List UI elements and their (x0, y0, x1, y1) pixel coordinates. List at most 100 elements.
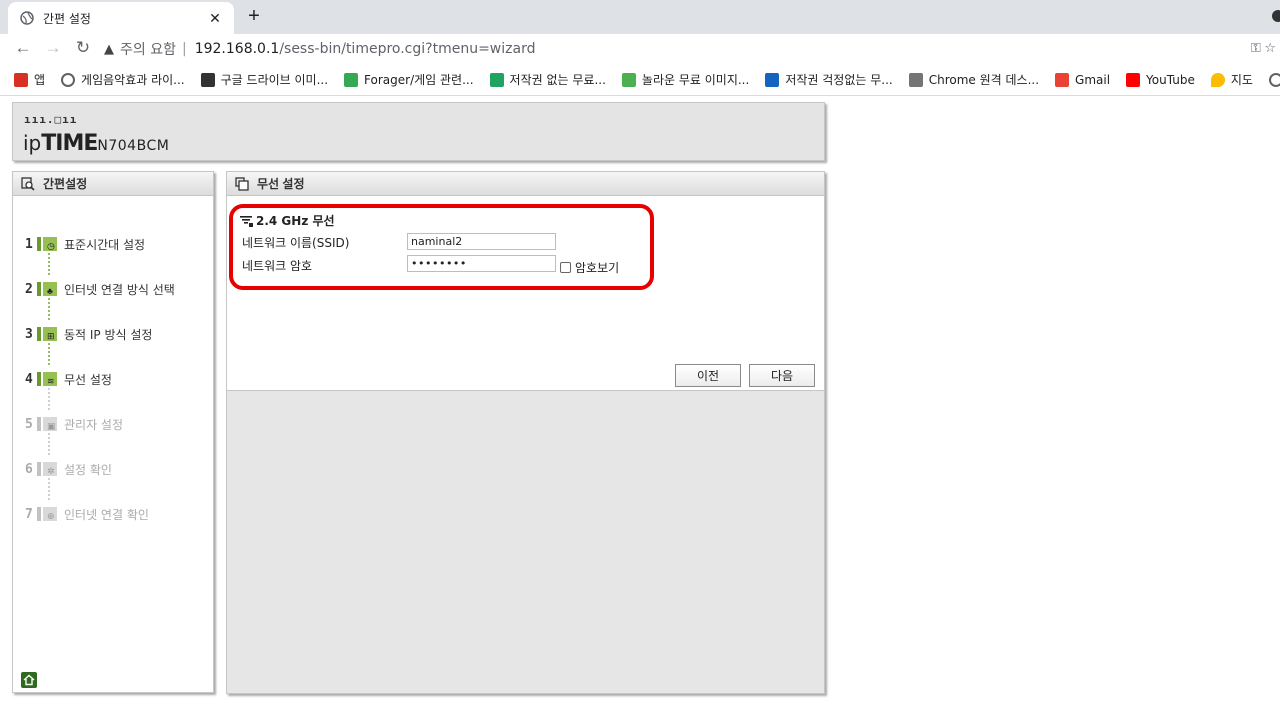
logo-dots: ııı.□ıı (24, 113, 78, 126)
red-highlight-outline (229, 204, 654, 290)
bookmark-label: 저작권 걱정없는 무... (785, 73, 893, 87)
url-host[interactable]: 192.168.0.1 (195, 41, 280, 57)
step-label: 인터넷 연결 확인 (64, 507, 149, 522)
step-connector (48, 388, 50, 412)
bookmark-item[interactable]: 앱 (14, 71, 45, 88)
reload-icon[interactable]: ↻ (73, 38, 93, 58)
sidebar-title: 간편설정 (43, 177, 88, 191)
wizard-step-3[interactable]: 3 ⊞ 동적 IP 방식 설정 (25, 325, 152, 343)
step-number: 6 (25, 461, 33, 477)
prev-button[interactable]: 이전 (675, 364, 741, 387)
bookmark-item[interactable]: Forager/게임 관련... (344, 71, 474, 88)
logo-time: TIME (41, 131, 98, 156)
tab-title: 간편 설정 (43, 11, 91, 26)
bookmark-item[interactable]: 저작권 없는 무료... (489, 71, 606, 88)
chat-icon (489, 72, 504, 87)
m-icon (765, 72, 780, 87)
url-path[interactable]: /sess-bin/timepro.cgi?tmenu=wizard (279, 41, 535, 57)
globe-icon (1268, 72, 1280, 87)
bookmark-label: 앱 (34, 73, 46, 87)
wizard-step-2[interactable]: 2 ♣ 인터넷 연결 방식 선택 (25, 280, 175, 298)
bookmark-item[interactable]: 지도 (1210, 71, 1253, 88)
profile-icon[interactable] (1272, 10, 1280, 22)
bookmark-label: 게임음악효과 라이... (81, 73, 185, 87)
bookmark-item[interactable]: 놀라운 무료 이미지... (621, 71, 750, 88)
globe-icon (61, 72, 76, 87)
step-connector (48, 433, 50, 457)
browser-tab-bar: 간편 설정 ✕ + (0, 0, 1280, 34)
step-connector (48, 478, 50, 502)
copy-windows-icon (235, 176, 249, 191)
step-connector (48, 298, 50, 322)
bookmark-label: Forager/게임 관련... (364, 73, 474, 87)
next-button[interactable]: 다음 (749, 364, 815, 387)
step-label: 표준시간대 설정 (64, 237, 146, 252)
remote-desktop-icon (908, 72, 923, 87)
bookmark-item[interactable]: 새 (1268, 71, 1280, 88)
logo-model: N704BCM (97, 138, 170, 154)
close-tab-icon[interactable]: ✕ (206, 10, 224, 27)
bookmark-label: 놀라운 무료 이미지... (641, 73, 750, 87)
browser-tab[interactable]: 간편 설정 ✕ (8, 2, 234, 34)
step-icon: ⊕ (37, 506, 59, 522)
bookmark-label: YouTube (1146, 72, 1195, 87)
bookmark-item[interactable]: 게임음악효과 라이... (61, 71, 185, 88)
bookmark-label: 저작권 없는 무료... (509, 73, 606, 87)
browser-toolbar: ← → ↻ ▲ 주의 요함 | 192.168.0.1 /sess-bin/ti… (0, 34, 1280, 64)
bookmark-item[interactable]: 구글 드라이브 이미... (200, 71, 329, 88)
bookmark-item[interactable]: YouTube (1126, 72, 1195, 87)
home-icon[interactable] (21, 672, 37, 688)
bookmark-item[interactable]: Chrome 원격 데스... (908, 71, 1039, 88)
step-connector (48, 253, 50, 277)
step-icon: ✲ (37, 461, 59, 477)
sidebar-header: 간편설정 (13, 172, 213, 196)
px-icon (621, 72, 636, 87)
wizard-step-5: 5 ▣ 관리자 설정 (25, 415, 123, 433)
key-icon[interactable]: ⚿ ☆ (1251, 40, 1276, 56)
security-label[interactable]: 주의 요함 (120, 39, 176, 59)
gmail-icon (1055, 72, 1070, 87)
step-icon: ♣ (37, 281, 59, 297)
bookmarks-bar: 앱 게임음악효과 라이... 구글 드라이브 이미... Forager/게임 관련.… (0, 64, 1280, 96)
wizard-step-7: 7 ⊕ 인터넷 연결 확인 (25, 505, 149, 523)
tistory-icon (344, 72, 359, 87)
wizard-step-4[interactable]: 4 ≋ 무선 설정 (25, 370, 112, 388)
back-arrow-icon[interactable]: ← (13, 38, 33, 58)
logo-ip: ip (23, 131, 42, 155)
dots-icon (200, 72, 215, 87)
wizard-step-1[interactable]: 1 ◷ 표준시간대 설정 (25, 235, 145, 253)
step-number: 4 (25, 371, 33, 387)
forward-arrow-icon[interactable]: → (43, 38, 63, 58)
step-icon: ▣ (37, 416, 59, 432)
step-icon: ◷ (37, 236, 59, 252)
globe-icon (20, 11, 34, 25)
step-number: 5 (25, 416, 33, 432)
apps-grid-icon (14, 72, 28, 87)
main-panel-header: 무선 설정 (227, 172, 824, 196)
step-icon: ⊞ (37, 326, 59, 342)
maps-pin-icon (1210, 72, 1225, 87)
bookmark-label: 지도 (1230, 73, 1253, 87)
step-number: 2 (25, 281, 33, 297)
step-number: 7 (25, 506, 33, 522)
new-tab-button[interactable]: + (244, 5, 264, 28)
warning-triangle-icon[interactable]: ▲ (104, 42, 114, 57)
iptime-logo: ipTIMEN704BCM (23, 131, 169, 156)
step-label: 동적 IP 방식 설정 (64, 327, 153, 342)
step-number: 1 (25, 236, 33, 252)
bookmark-item[interactable]: 저작권 걱정없는 무... (765, 71, 893, 88)
step-connector (48, 343, 50, 367)
router-header: ııı.□ıı ipTIMEN704BCM (12, 102, 825, 161)
address-bar[interactable]: ▲ 주의 요함 | 192.168.0.1 /sess-bin/timepro.… (104, 36, 1280, 62)
step-number: 3 (25, 326, 33, 342)
bookmark-label: 구글 드라이브 이미... (220, 73, 329, 87)
step-label: 관리자 설정 (64, 417, 124, 432)
omnibox-separator: | (181, 41, 187, 57)
step-label: 인터넷 연결 방식 선택 (64, 282, 175, 297)
youtube-icon (1126, 72, 1141, 87)
bookmark-item[interactable]: Gmail (1055, 72, 1111, 87)
search-document-icon (21, 176, 35, 191)
step-label: 무선 설정 (64, 372, 112, 387)
step-label: 설정 확인 (64, 462, 112, 477)
bookmark-label: Gmail (1075, 72, 1111, 87)
